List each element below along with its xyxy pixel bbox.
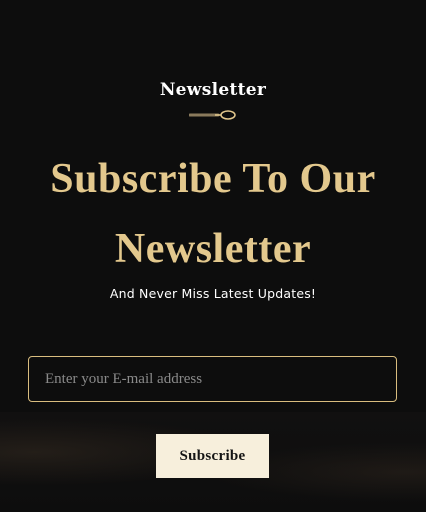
page-title-line-2: Newsletter <box>114 226 312 272</box>
page-title: Subscribe To Our Newsletter <box>0 144 426 284</box>
spoon-icon <box>189 110 236 120</box>
subscribe-button[interactable]: Subscribe <box>156 434 269 478</box>
section-eyebrow: Newsletter <box>159 80 267 100</box>
newsletter-section: Newsletter Subscribe To Our Newsletter A… <box>0 0 426 512</box>
subheading: And Never Miss Latest Updates! <box>109 286 317 301</box>
email-field[interactable] <box>28 356 397 402</box>
page-title-line-1: Subscribe To Our <box>50 156 376 202</box>
